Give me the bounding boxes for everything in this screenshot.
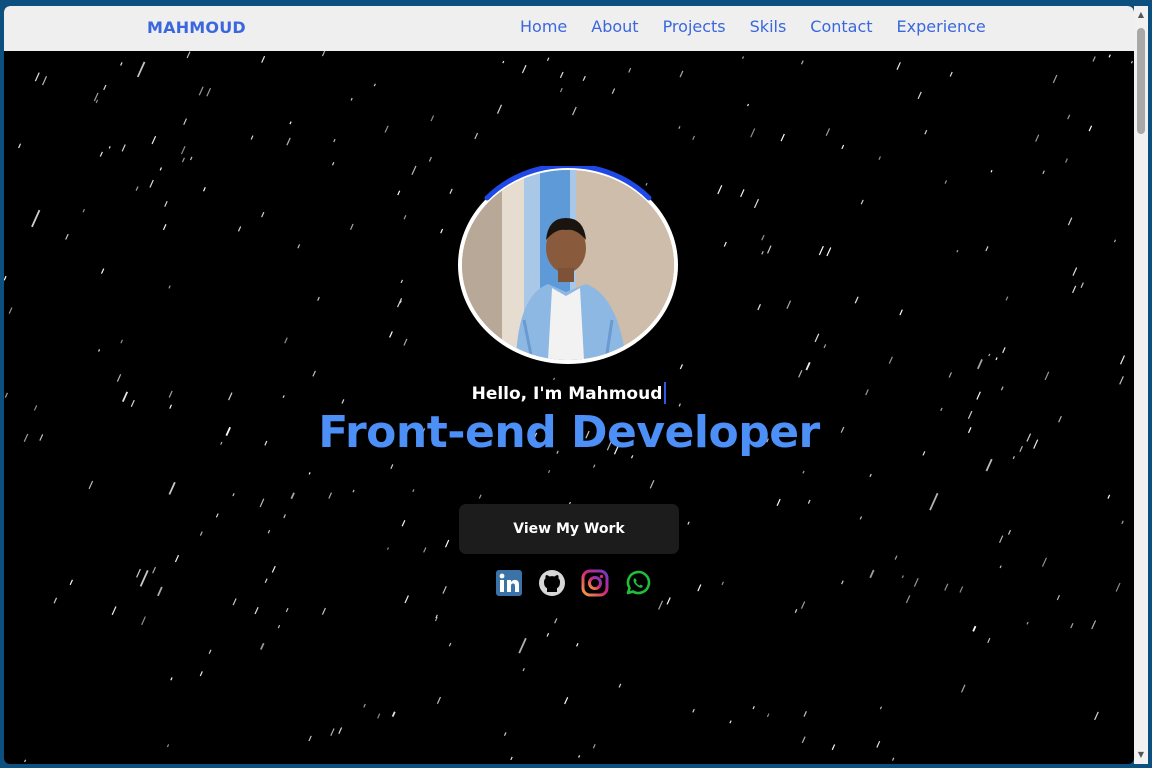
- greeting-text: Hello, I'm Mahmoud: [471, 384, 663, 404]
- role-title: Front-end Developer: [318, 407, 820, 458]
- instagram-icon[interactable]: [581, 569, 609, 597]
- linkedin-icon[interactable]: [495, 569, 523, 597]
- hero-section: Hello, I'm Mahmoud Front-end Developer V…: [4, 51, 1134, 764]
- github-icon[interactable]: [538, 569, 566, 597]
- scrollbar-thumb[interactable]: [1137, 28, 1145, 134]
- navbar: MAHMOUD Home About Projects Skils Contac…: [4, 6, 1134, 51]
- scroll-up-arrow[interactable]: ▲: [1134, 8, 1148, 22]
- nav-link-projects[interactable]: Projects: [663, 17, 726, 36]
- nav-link-skills[interactable]: Skils: [750, 17, 787, 36]
- nav-links: Home About Projects Skils Contact Experi…: [520, 17, 986, 36]
- nav-link-about[interactable]: About: [591, 17, 638, 36]
- profile-photo: [462, 170, 674, 360]
- page-scrollbar[interactable]: ▲ ▼: [1134, 6, 1148, 764]
- brand-logo[interactable]: MAHMOUD: [147, 18, 246, 37]
- view-work-button[interactable]: View My Work: [459, 504, 679, 554]
- greeting-line: Hello, I'm Mahmoud: [4, 382, 1134, 404]
- typing-caret: [664, 382, 667, 404]
- whatsapp-icon[interactable]: [624, 569, 652, 597]
- nav-link-experience[interactable]: Experience: [897, 17, 986, 36]
- nav-link-home[interactable]: Home: [520, 17, 567, 36]
- browser-viewport: MAHMOUD Home About Projects Skils Contac…: [4, 6, 1134, 764]
- nav-link-contact[interactable]: Contact: [810, 17, 872, 36]
- social-links: [495, 569, 652, 597]
- scroll-down-arrow[interactable]: ▼: [1134, 748, 1148, 762]
